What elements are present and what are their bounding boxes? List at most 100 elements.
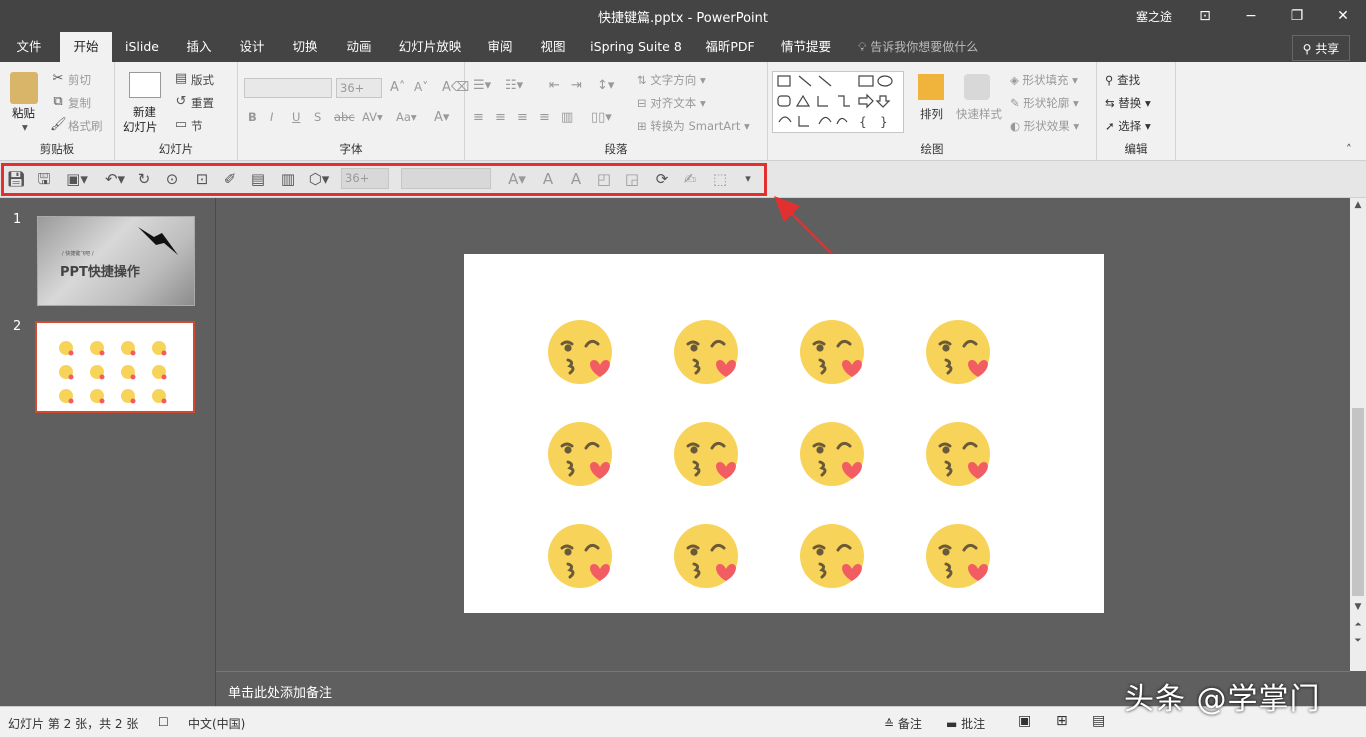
- select-button[interactable]: ➚ 选择 ▾: [1105, 118, 1151, 134]
- tab-view[interactable]: 视图: [530, 32, 576, 62]
- bullets-icon[interactable]: ☰▾: [473, 78, 491, 93]
- replace-button[interactable]: ⇆ 替换 ▾: [1105, 95, 1151, 111]
- bold-icon[interactable]: B: [248, 110, 257, 124]
- layout-button[interactable]: 版式: [191, 72, 214, 88]
- find-button[interactable]: ⚲ 查找: [1105, 72, 1140, 88]
- section-button[interactable]: 节: [191, 118, 203, 134]
- font-color-icon[interactable]: A▾: [434, 110, 449, 125]
- tab-islide[interactable]: iSlide: [116, 32, 168, 62]
- tab-insert[interactable]: 插入: [174, 32, 224, 62]
- minimize-button[interactable]: −: [1228, 0, 1274, 32]
- reading-view-icon[interactable]: ▤: [1092, 713, 1105, 729]
- thumbnail-emoji: [121, 389, 136, 404]
- reset-button[interactable]: 重置: [191, 95, 214, 111]
- spell-check-icon[interactable]: ☐: [158, 715, 169, 729]
- line-spacing-icon[interactable]: ↕▾: [597, 78, 614, 93]
- share-button[interactable]: ⚲ 共享: [1292, 35, 1350, 61]
- distributed-icon[interactable]: ▥: [561, 110, 573, 125]
- vertical-scrollbar[interactable]: ▲ ▼ ⏶ ⏷: [1350, 198, 1366, 671]
- shadow-icon[interactable]: S: [314, 110, 321, 124]
- slide-sorter-icon[interactable]: ⊞: [1056, 713, 1068, 729]
- qat-highlight-box: [1, 163, 767, 196]
- increase-font-icon[interactable]: A˄: [390, 80, 405, 95]
- tab-review[interactable]: 审阅: [476, 32, 524, 62]
- tab-home[interactable]: 开始: [60, 32, 112, 62]
- scroll-down-icon[interactable]: ▼: [1352, 602, 1364, 614]
- kissing-face-emoji[interactable]: [548, 320, 614, 386]
- paste-button[interactable]: 粘贴: [12, 105, 35, 121]
- slide-thumbnail-2[interactable]: [35, 321, 195, 413]
- font-size-combobox[interactable]: 36+: [336, 78, 382, 98]
- tab-slideshow[interactable]: 幻灯片放映: [392, 32, 468, 62]
- comments-toggle-button[interactable]: ▬ 批注: [946, 715, 985, 732]
- scroll-up-icon[interactable]: ▲: [1352, 200, 1364, 212]
- italic-icon[interactable]: I: [270, 110, 273, 124]
- paste-dropdown-icon[interactable]: ▾: [22, 120, 28, 134]
- align-text-button[interactable]: ⊟ 对齐文本 ▾: [637, 95, 706, 111]
- kissing-face-emoji[interactable]: [926, 320, 992, 386]
- kissing-face-emoji[interactable]: [800, 524, 866, 590]
- slide-canvas[interactable]: [464, 254, 1104, 613]
- text-direction-button[interactable]: ⇅ 文字方向 ▾: [637, 72, 706, 88]
- tab-foxit-pdf[interactable]: 福昕PDF: [696, 32, 764, 62]
- increase-indent-icon[interactable]: ⇥: [571, 78, 582, 93]
- tab-transitions[interactable]: 切换: [280, 32, 330, 62]
- shape-outline-button[interactable]: ✎ 形状轮廓 ▾: [1010, 95, 1079, 111]
- kissing-face-emoji[interactable]: [548, 422, 614, 488]
- decrease-font-icon[interactable]: A˅: [414, 80, 428, 94]
- underline-icon[interactable]: U: [292, 110, 300, 124]
- scrollbar-thumb[interactable]: [1352, 408, 1364, 596]
- ribbon-display-options-icon[interactable]: ⊡: [1182, 0, 1228, 32]
- align-center-icon[interactable]: ≡: [495, 110, 506, 125]
- previous-slide-icon[interactable]: ⏶: [1352, 620, 1364, 632]
- collapse-ribbon-icon[interactable]: ˄: [1346, 142, 1352, 156]
- align-right-icon[interactable]: ≡: [517, 110, 528, 125]
- next-slide-icon[interactable]: ⏷: [1352, 636, 1364, 648]
- new-slide-button-line2[interactable]: 幻灯片: [123, 119, 158, 135]
- shape-fill-button[interactable]: ◈ 形状填充 ▾: [1010, 72, 1078, 88]
- language-status[interactable]: 中文(中国): [188, 715, 245, 732]
- tab-design[interactable]: 设计: [228, 32, 276, 62]
- quick-styles-button[interactable]: 快速样式: [956, 106, 1002, 122]
- change-case-icon[interactable]: Aa▾: [396, 110, 417, 124]
- format-painter-button[interactable]: 格式刷: [68, 118, 103, 134]
- tab-storyboard[interactable]: 情节提要: [774, 32, 838, 62]
- justify-icon[interactable]: ≡: [539, 110, 550, 125]
- font-name-combobox[interactable]: [244, 78, 332, 98]
- user-name[interactable]: 塞之途: [1136, 8, 1172, 25]
- align-left-icon[interactable]: ≡: [473, 110, 484, 125]
- slide-thumbnail-1[interactable]: / 快捷键飞吧 / PPT快捷操作: [37, 216, 195, 306]
- kissing-face-emoji[interactable]: [926, 422, 992, 488]
- strikethrough-icon[interactable]: abc: [334, 110, 355, 124]
- close-button[interactable]: ✕: [1320, 0, 1366, 32]
- kissing-face-emoji[interactable]: [674, 320, 740, 386]
- kissing-face-emoji[interactable]: [800, 320, 866, 386]
- shape-effects-button[interactable]: ◐ 形状效果 ▾: [1010, 118, 1079, 134]
- tab-file[interactable]: 文件: [4, 32, 54, 62]
- kissing-face-emoji[interactable]: [674, 524, 740, 590]
- normal-view-icon[interactable]: ▣: [1018, 713, 1031, 729]
- notes-toggle-button[interactable]: ≙ 备注: [884, 715, 922, 732]
- section-icon: ▭: [174, 117, 188, 132]
- restore-button[interactable]: ❐: [1274, 0, 1320, 32]
- smartart-label: 转换为 SmartArt: [650, 119, 741, 133]
- decrease-indent-icon[interactable]: ⇤: [549, 78, 560, 93]
- columns-icon[interactable]: ▯▯▾: [591, 110, 612, 125]
- ribbon-tabs: 文件 开始 iSlide 插入 设计 切换 动画 幻灯片放映 审阅 视图 iSp…: [0, 32, 1366, 62]
- shapes-gallery[interactable]: {}: [772, 71, 904, 133]
- copy-button[interactable]: 复制: [68, 95, 91, 111]
- convert-smartart-button[interactable]: ⊞ 转换为 SmartArt ▾: [637, 118, 750, 134]
- numbering-icon[interactable]: ☷▾: [505, 78, 523, 93]
- cut-button[interactable]: 剪切: [68, 72, 91, 88]
- new-slide-button-line1[interactable]: 新建: [133, 104, 156, 120]
- kissing-face-emoji[interactable]: [800, 422, 866, 488]
- thumbnail-emoji: [152, 365, 167, 380]
- character-spacing-icon[interactable]: AV▾: [362, 110, 383, 124]
- kissing-face-emoji[interactable]: [674, 422, 740, 488]
- kissing-face-emoji[interactable]: [548, 524, 614, 590]
- tab-animations[interactable]: 动画: [334, 32, 384, 62]
- tab-ispring[interactable]: iSpring Suite 8: [584, 32, 688, 62]
- arrange-button[interactable]: 排列: [920, 106, 943, 122]
- kissing-face-emoji[interactable]: [926, 524, 992, 590]
- tell-me-search[interactable]: 💡︎ 告诉我你想要做什么: [858, 32, 978, 62]
